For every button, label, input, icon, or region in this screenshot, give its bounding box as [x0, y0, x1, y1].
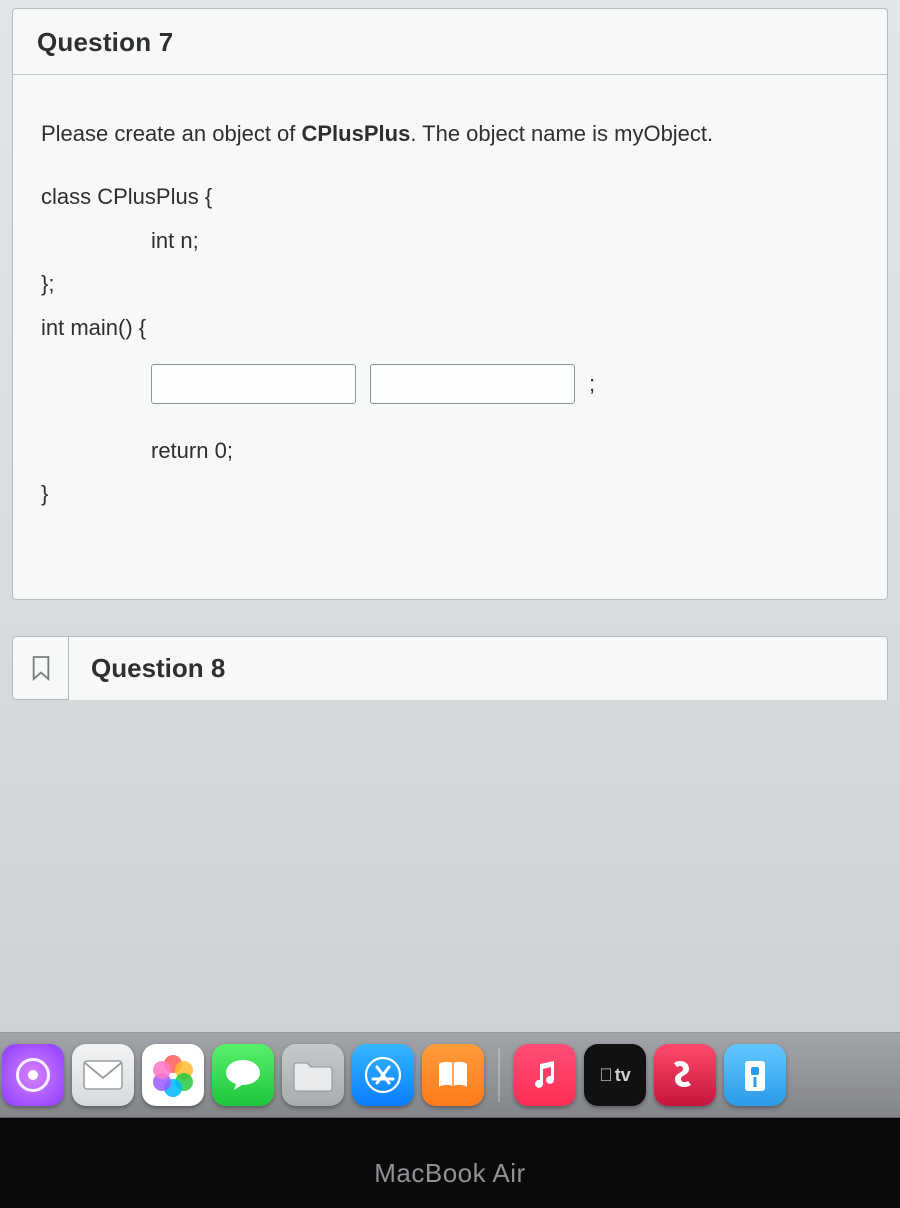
- keychain-app-icon[interactable]: [724, 1044, 786, 1106]
- photos-flower-icon: [153, 1055, 193, 1095]
- quiz-page: Question 7 Please create an object of CP…: [0, 8, 900, 700]
- code-line-2: int n;: [41, 222, 859, 259]
- answer-blank-2[interactable]: [370, 364, 575, 404]
- question-8-wrap: Question 8: [12, 636, 888, 700]
- apple-tv-app-icon[interactable]: tv: [584, 1044, 646, 1106]
- question-prompt: Please create an object of CPlusPlus. Th…: [41, 115, 859, 152]
- question-7-body: Please create an object of CPlusPlus. Th…: [13, 75, 887, 599]
- app-store-icon[interactable]: [352, 1044, 414, 1106]
- code-block: class CPlusPlus { int n; }; int main() {…: [41, 178, 859, 512]
- speech-bubble-icon: [223, 1057, 263, 1093]
- files-app-icon[interactable]: [282, 1044, 344, 1106]
- code-line-1: class CPlusPlus {: [41, 178, 859, 215]
- code-semicolon: ;: [589, 365, 595, 402]
- answer-blank-row: ;: [41, 364, 859, 404]
- macos-dock: tv: [0, 1032, 900, 1118]
- shortcuts-app-icon[interactable]: [654, 1044, 716, 1106]
- bookmark-icon: [30, 655, 52, 681]
- question-8-flag-button[interactable]: [12, 636, 68, 700]
- code-line-5: return 0;: [41, 432, 859, 469]
- photos-app-icon[interactable]: [142, 1044, 204, 1106]
- music-note-icon: [528, 1058, 562, 1092]
- question-8-title: Question 8: [68, 636, 888, 700]
- messages-app-icon[interactable]: [212, 1044, 274, 1106]
- prompt-prefix: Please create an object of: [41, 121, 302, 146]
- podcast-glyph: [16, 1058, 50, 1092]
- mail-app-icon[interactable]: [72, 1044, 134, 1106]
- question-7-title: Question 7: [13, 9, 887, 75]
- code-line-4: int main() {: [41, 309, 859, 346]
- code-line-3: };: [41, 265, 859, 302]
- book-icon: [433, 1055, 473, 1095]
- appstore-a-icon: [363, 1055, 403, 1095]
- tv-label: tv: [599, 1065, 631, 1086]
- code-line-6: }: [41, 475, 859, 512]
- device-label: MacBook Air: [0, 1158, 900, 1189]
- envelope-icon: [83, 1060, 123, 1090]
- folder-icon: [291, 1058, 335, 1092]
- question-7-card: Question 7 Please create an object of CP…: [12, 8, 888, 600]
- answer-blank-1[interactable]: [151, 364, 356, 404]
- music-app-icon[interactable]: [514, 1044, 576, 1106]
- prompt-bold: CPlusPlus: [302, 121, 411, 146]
- dock-divider: [498, 1048, 500, 1102]
- books-app-icon[interactable]: [422, 1044, 484, 1106]
- key-icon: [735, 1055, 775, 1095]
- shortcuts-s-icon: [665, 1055, 705, 1095]
- podcasts-app-icon[interactable]: [2, 1044, 64, 1106]
- prompt-suffix: . The object name is myObject.: [410, 121, 713, 146]
